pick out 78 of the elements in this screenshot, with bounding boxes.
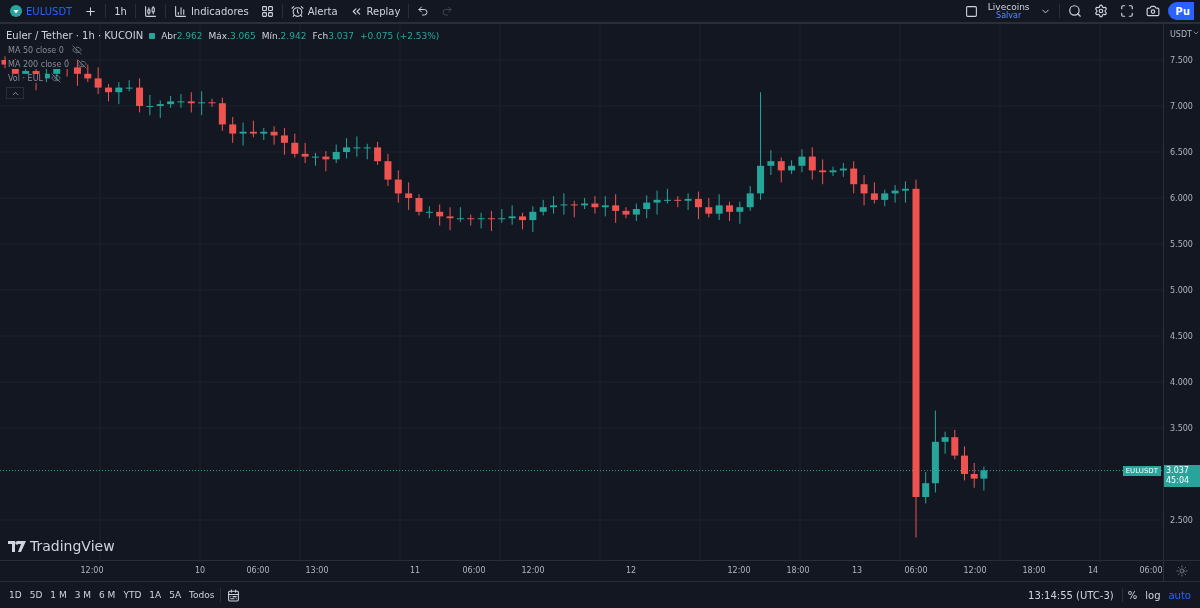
study-label[interactable]: MA 200 close 0 bbox=[6, 59, 71, 69]
symbol-button[interactable]: EULUSDT bbox=[6, 1, 77, 21]
alert-button[interactable]: Alerta bbox=[286, 1, 342, 21]
time-label: 11 bbox=[409, 566, 421, 575]
time-label: 12:00 bbox=[80, 566, 104, 575]
range-button[interactable]: 1D bbox=[6, 588, 25, 602]
fullscreen-icon bbox=[1119, 4, 1134, 18]
clock-text: 13:14:55 (UTC-3) bbox=[1027, 589, 1115, 601]
time-label: 06:00 bbox=[246, 566, 270, 575]
price-label: 4.500 bbox=[1170, 331, 1194, 341]
price-label: 5.000 bbox=[1170, 285, 1194, 295]
time-label: 06:00 bbox=[1139, 566, 1163, 575]
tradingview-logo: TradingView bbox=[8, 538, 115, 554]
undo-icon bbox=[417, 5, 430, 17]
time-label: 06:00 bbox=[462, 566, 486, 575]
price-label: 7.000 bbox=[1170, 101, 1194, 111]
range-button[interactable]: 5A bbox=[166, 588, 185, 602]
study-label[interactable]: MA 50 close 0 bbox=[6, 45, 66, 55]
scale-mode-button[interactable]: log bbox=[1142, 587, 1164, 603]
time-label: 12:00 bbox=[521, 566, 545, 575]
price-label: 5.500 bbox=[1170, 239, 1194, 249]
plus-icon bbox=[84, 4, 98, 18]
square-icon bbox=[964, 4, 978, 18]
camera-icon bbox=[1145, 4, 1160, 18]
ohlc-value: Máx.3.065 bbox=[208, 30, 256, 41]
chart-icon bbox=[173, 4, 187, 18]
scale-mode-button[interactable]: % bbox=[1124, 587, 1141, 603]
time-label: 14 bbox=[1087, 566, 1099, 575]
logo-icon bbox=[8, 540, 26, 552]
study-label[interactable]: Vol · EUL bbox=[6, 73, 45, 83]
alarm-icon bbox=[290, 4, 304, 18]
time-label: 18:00 bbox=[786, 566, 810, 575]
time-label: 13 bbox=[851, 566, 863, 575]
price-label: 6.000 bbox=[1170, 193, 1194, 203]
search-icon bbox=[1067, 4, 1082, 18]
price-label: 6.500 bbox=[1170, 147, 1194, 157]
symbol-title: Euler / Tether · 1h · KUCOIN bbox=[6, 30, 144, 41]
time-label: 12:00 bbox=[963, 566, 987, 575]
price-label: 7.500 bbox=[1170, 55, 1194, 65]
settings-icon bbox=[1093, 4, 1108, 18]
hidden-eye-icon[interactable] bbox=[50, 73, 61, 83]
hidden-eye-icon[interactable] bbox=[76, 59, 87, 69]
ohlc-value: Abr2.962 bbox=[161, 30, 203, 41]
hidden-eye-icon[interactable] bbox=[71, 45, 82, 55]
time-label: 18:00 bbox=[1022, 566, 1046, 575]
range-button[interactable]: Todos bbox=[186, 588, 218, 602]
price-change: +0.075 (+2.53%) bbox=[360, 30, 440, 41]
indicators-button[interactable]: Indicadores bbox=[169, 1, 253, 21]
candles-icon bbox=[143, 4, 157, 18]
range-button[interactable]: 5D bbox=[26, 588, 46, 602]
price-label: 3.500 bbox=[1170, 423, 1194, 433]
range-button[interactable]: 1 M bbox=[47, 588, 70, 602]
price-label: 4.000 bbox=[1170, 377, 1194, 387]
collapse-button[interactable] bbox=[6, 87, 24, 99]
redo-icon bbox=[441, 5, 454, 17]
range-button[interactable]: 3 M bbox=[71, 588, 95, 602]
layout-button[interactable]: Livecoins Salvar bbox=[985, 2, 1032, 20]
time-label: 12:00 bbox=[727, 566, 751, 575]
currency-label[interactable]: USDT bbox=[1170, 29, 1200, 39]
scale-mode-button[interactable]: auto bbox=[1165, 587, 1194, 603]
ohlc-value: Fch3.037 bbox=[312, 30, 354, 41]
time-label: 13:00 bbox=[305, 566, 329, 575]
publish-button[interactable]: Pu bbox=[1167, 2, 1194, 20]
chevron-down-icon bbox=[1192, 29, 1200, 37]
price-label: 2.500 bbox=[1170, 515, 1194, 525]
time-label: 10 bbox=[194, 566, 206, 575]
grid-icon bbox=[260, 4, 274, 18]
replay-button[interactable]: Replay bbox=[345, 1, 405, 21]
range-button[interactable]: YTD bbox=[120, 588, 145, 602]
coin-icon bbox=[10, 5, 22, 17]
time-label: 06:00 bbox=[904, 566, 928, 575]
range-button[interactable]: 6 M bbox=[96, 588, 119, 602]
range-button[interactable]: 1A bbox=[146, 588, 165, 602]
last-price-tag: 3.037 45:04 bbox=[1164, 464, 1200, 487]
calendar-icon bbox=[226, 588, 240, 602]
interval-button[interactable]: 1h bbox=[110, 1, 131, 21]
ohlc-value: Mín.2.942 bbox=[261, 30, 307, 41]
time-label: 12 bbox=[625, 566, 637, 575]
